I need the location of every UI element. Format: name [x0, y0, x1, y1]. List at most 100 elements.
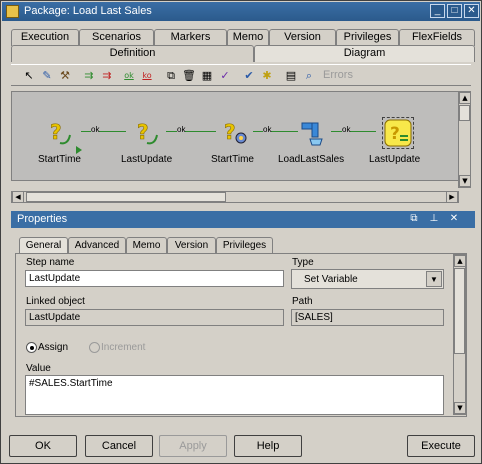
- step-node-starttime-2[interactable]: ?: [222, 119, 250, 147]
- node-label-5: LastUpdate: [369, 154, 421, 165]
- step-name-field[interactable]: LastUpdate: [25, 270, 284, 287]
- errors-label[interactable]: Errors: [323, 69, 353, 81]
- next-step-ko-icon[interactable]: ⇉: [99, 68, 115, 84]
- type-select-value: Set Variable: [304, 274, 358, 285]
- type-select[interactable]: Set Variable ▼: [291, 269, 444, 289]
- link-label-3: ok: [263, 125, 272, 134]
- apply-button[interactable]: Apply: [159, 435, 227, 457]
- properties-vertical-scrollbar[interactable]: ▲ ▼: [453, 254, 466, 415]
- maximize-button[interactable]: □: [447, 4, 462, 18]
- next-step-ok-icon[interactable]: ⇉: [81, 68, 97, 84]
- tools-icon[interactable]: ⚒: [57, 68, 73, 84]
- svg-text:?: ?: [137, 120, 149, 144]
- tab-diagram[interactable]: Diagram: [254, 45, 475, 62]
- title-bar[interactable]: Package: Load Last Sales _ □ ✕: [2, 2, 480, 21]
- cancel-button[interactable]: Cancel: [85, 435, 153, 457]
- print-icon[interactable]: ▤: [283, 68, 299, 84]
- step-node-loadlastsales[interactable]: [300, 119, 326, 147]
- ko-link-icon[interactable]: ko: [139, 68, 155, 84]
- path-field: [SALES]: [291, 309, 444, 326]
- tab-privileges[interactable]: Privileges: [336, 29, 399, 46]
- svg-text:?: ?: [50, 120, 62, 144]
- prop-tab-advanced[interactable]: Advanced: [68, 237, 126, 254]
- prop-tab-general[interactable]: General: [19, 237, 68, 254]
- tab-markers[interactable]: Markers: [154, 29, 227, 46]
- step-node-lastupdate-selected[interactable]: ?: [382, 117, 414, 149]
- value-label: Value: [26, 363, 51, 374]
- link-ok-3[interactable]: [253, 131, 298, 132]
- float-panel-icon[interactable]: ⧉: [407, 212, 421, 226]
- variable-question-icon: ?: [137, 120, 158, 145]
- tab-execution[interactable]: Execution: [11, 29, 79, 46]
- value-textarea[interactable]: #SALES.StartTime: [25, 375, 444, 415]
- link-ok-1[interactable]: [81, 131, 126, 132]
- node-label-2: LastUpdate: [121, 154, 173, 165]
- link-label-2: ok: [177, 125, 186, 134]
- arrange-icon[interactable]: ▦: [199, 68, 215, 84]
- execute-button[interactable]: Execute: [407, 435, 475, 457]
- properties-title: Properties: [17, 213, 68, 225]
- scroll-up-arrow-icon[interactable]: ▲: [459, 92, 471, 104]
- linked-object-field: LastUpdate: [25, 309, 284, 326]
- duplicate-icon[interactable]: ⧉: [163, 68, 179, 84]
- node-label-3: StartTime: [211, 154, 254, 165]
- variable-set-icon: ?: [384, 119, 412, 147]
- tab-definition[interactable]: Definition: [11, 45, 254, 62]
- link-ok-2[interactable]: [166, 131, 216, 132]
- scroll-up-arrow-icon[interactable]: ▲: [454, 255, 466, 267]
- prop-tab-version[interactable]: Version: [167, 237, 216, 254]
- properties-header: Properties ⧉ ⊥ ✕: [11, 211, 475, 228]
- window-title: Package: Load Last Sales: [24, 5, 152, 17]
- ok-button[interactable]: OK: [9, 435, 77, 457]
- linked-object-label: Linked object: [26, 296, 85, 307]
- minimize-button[interactable]: _: [430, 4, 445, 18]
- ok-link-icon[interactable]: ok: [121, 68, 137, 84]
- edit-step-icon[interactable]: ✎: [39, 68, 55, 84]
- prop-tab-privileges[interactable]: Privileges: [216, 237, 273, 254]
- pin-panel-icon[interactable]: ⊥: [427, 212, 441, 226]
- link-label-4: ok: [342, 125, 351, 134]
- diagram-horizontal-scrollbar[interactable]: ◀ ▶: [11, 191, 459, 203]
- tab-flexfields[interactable]: FlexFields: [399, 29, 475, 46]
- assign-radio[interactable]: [26, 342, 37, 353]
- scroll-thumb[interactable]: [454, 268, 465, 354]
- zoom-icon[interactable]: ⌕: [301, 68, 317, 84]
- close-panel-icon[interactable]: ✕: [447, 212, 461, 226]
- step-node-lastupdate[interactable]: ?: [135, 119, 161, 147]
- close-button[interactable]: ✕: [464, 4, 479, 18]
- link-ok-4[interactable]: [331, 131, 376, 132]
- step-node-starttime[interactable]: ?: [48, 119, 74, 147]
- diagram-toolbar: ↖ ✎ ⚒ ⇉ ⇉ ok ko ⧉ 🗑 ▦ ✓ ✔ ✱ ▤ ⌕ Errors: [11, 64, 471, 86]
- validate-all-icon[interactable]: ✱: [259, 68, 275, 84]
- diagram-vertical-scrollbar[interactable]: ▲ ▼: [458, 91, 471, 188]
- increment-radio[interactable]: [89, 342, 100, 353]
- link-label-1: ok: [91, 125, 100, 134]
- layout-icon[interactable]: ✓: [217, 68, 233, 84]
- increment-label[interactable]: Increment: [101, 342, 145, 353]
- hscroll-thumb[interactable]: [26, 192, 226, 202]
- step-name-label: Step name: [26, 257, 75, 268]
- help-button[interactable]: Help: [234, 435, 302, 457]
- variable-question-icon: ?: [50, 120, 71, 145]
- start-marker-icon: [76, 146, 82, 154]
- scroll-thumb[interactable]: [459, 105, 470, 121]
- variable-question-gear-icon: ?: [224, 120, 247, 144]
- tab-version[interactable]: Version: [269, 29, 336, 46]
- tab-scenarios[interactable]: Scenarios: [79, 29, 154, 46]
- scroll-down-arrow-icon[interactable]: ▼: [459, 175, 471, 187]
- type-label: Type: [292, 257, 314, 268]
- node-label-4: LoadLastSales: [278, 154, 345, 165]
- assign-label[interactable]: Assign: [38, 342, 68, 353]
- scroll-right-arrow-icon[interactable]: ▶: [446, 191, 458, 203]
- pointer-tool-icon[interactable]: ↖: [21, 68, 37, 84]
- delete-icon[interactable]: 🗑: [181, 68, 197, 84]
- scroll-down-arrow-icon[interactable]: ▼: [454, 402, 466, 414]
- svg-text:?: ?: [224, 120, 236, 144]
- prop-tab-memo[interactable]: Memo: [126, 237, 167, 254]
- svg-text:?: ?: [390, 124, 400, 144]
- validate-icon[interactable]: ✔: [241, 68, 257, 84]
- tab-memo[interactable]: Memo: [227, 29, 269, 46]
- scroll-left-arrow-icon[interactable]: ◀: [12, 191, 24, 203]
- node-label-1: StartTime: [38, 154, 81, 165]
- chevron-down-icon[interactable]: ▼: [426, 271, 442, 287]
